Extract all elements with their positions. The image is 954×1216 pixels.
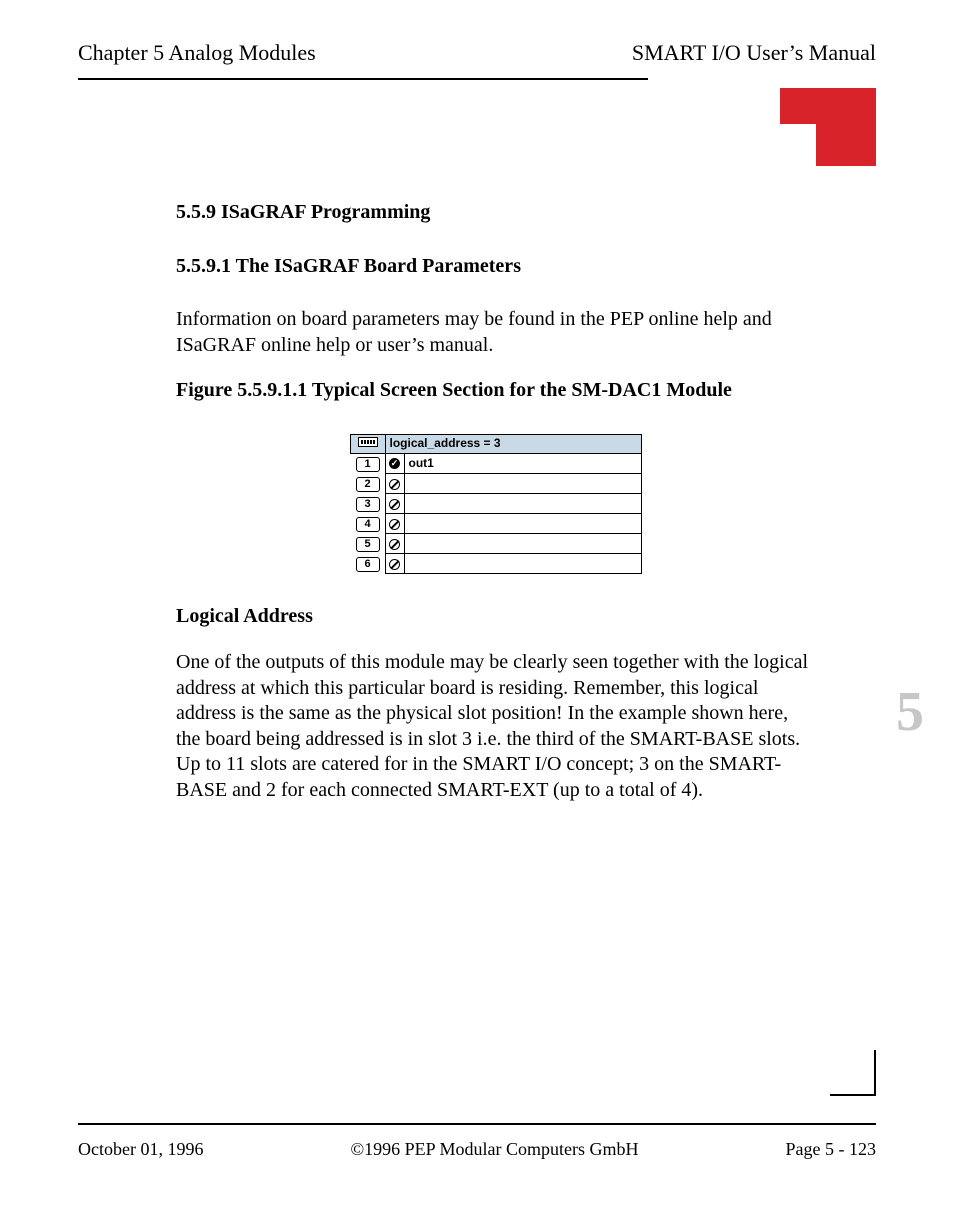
not-connected-icon	[385, 494, 404, 514]
connected-icon	[385, 453, 404, 474]
figure-screenshot: logical_address = 3 1 out1 2 3	[350, 434, 642, 575]
main-content: 5.5.9 ISaGRAF Programming 5.5.9.1 The IS…	[176, 200, 816, 804]
footer-copyright: ©1996 PEP Modular Computers GmbH	[350, 1139, 638, 1160]
header-rule	[78, 78, 648, 80]
row-number: 2	[351, 474, 386, 494]
module-icon	[351, 434, 386, 453]
subsection-heading: 5.5.9.1 The ISaGRAF Board Parameters	[176, 254, 816, 280]
not-connected-icon	[385, 514, 404, 534]
page-footer: October 01, 1996 ©1996 PEP Modular Compu…	[78, 1115, 876, 1160]
footer-date: October 01, 1996	[78, 1139, 203, 1160]
row-number: 5	[351, 534, 386, 554]
row-value	[404, 474, 642, 494]
manual-title: SMART I/O User’s Manual	[632, 40, 876, 66]
io-row: 2	[351, 474, 642, 494]
row-value: out1	[404, 453, 642, 474]
io-row: 4	[351, 514, 642, 534]
io-row: 5	[351, 534, 642, 554]
row-number: 4	[351, 514, 386, 534]
io-row: 3	[351, 494, 642, 514]
io-table-header-row: logical_address = 3	[351, 434, 642, 453]
logical-address-paragraph: One of the outputs of this module may be…	[176, 650, 816, 804]
crop-mark	[830, 1050, 876, 1096]
not-connected-icon	[385, 474, 404, 494]
not-connected-icon	[385, 534, 404, 554]
header-rule-wrap	[78, 78, 876, 80]
io-row: 6	[351, 554, 642, 574]
logical-address-heading: Logical Address	[176, 604, 816, 630]
row-number: 6	[351, 554, 386, 574]
row-value	[404, 494, 642, 514]
row-value	[404, 534, 642, 554]
footer-rule	[78, 1123, 876, 1125]
not-connected-icon	[385, 554, 404, 574]
io-row: 1 out1	[351, 453, 642, 474]
row-number: 1	[351, 453, 386, 474]
red-corner-tab	[816, 88, 876, 166]
page-header: Chapter 5 Analog Modules SMART I/O User’…	[78, 40, 876, 78]
row-number: 3	[351, 494, 386, 514]
chapter-thumb-number: 5	[896, 680, 924, 744]
logical-address-header: logical_address = 3	[385, 434, 642, 453]
intro-paragraph: Information on board parameters may be f…	[176, 307, 816, 358]
section-heading: 5.5.9 ISaGRAF Programming	[176, 200, 816, 226]
chapter-title: Chapter 5 Analog Modules	[78, 40, 316, 66]
footer-page: Page 5 - 123	[786, 1139, 876, 1160]
row-value	[404, 514, 642, 534]
figure-caption: Figure 5.5.9.1.1 Typical Screen Section …	[176, 378, 816, 404]
io-table: logical_address = 3 1 out1 2 3	[350, 434, 642, 575]
row-value	[404, 554, 642, 574]
